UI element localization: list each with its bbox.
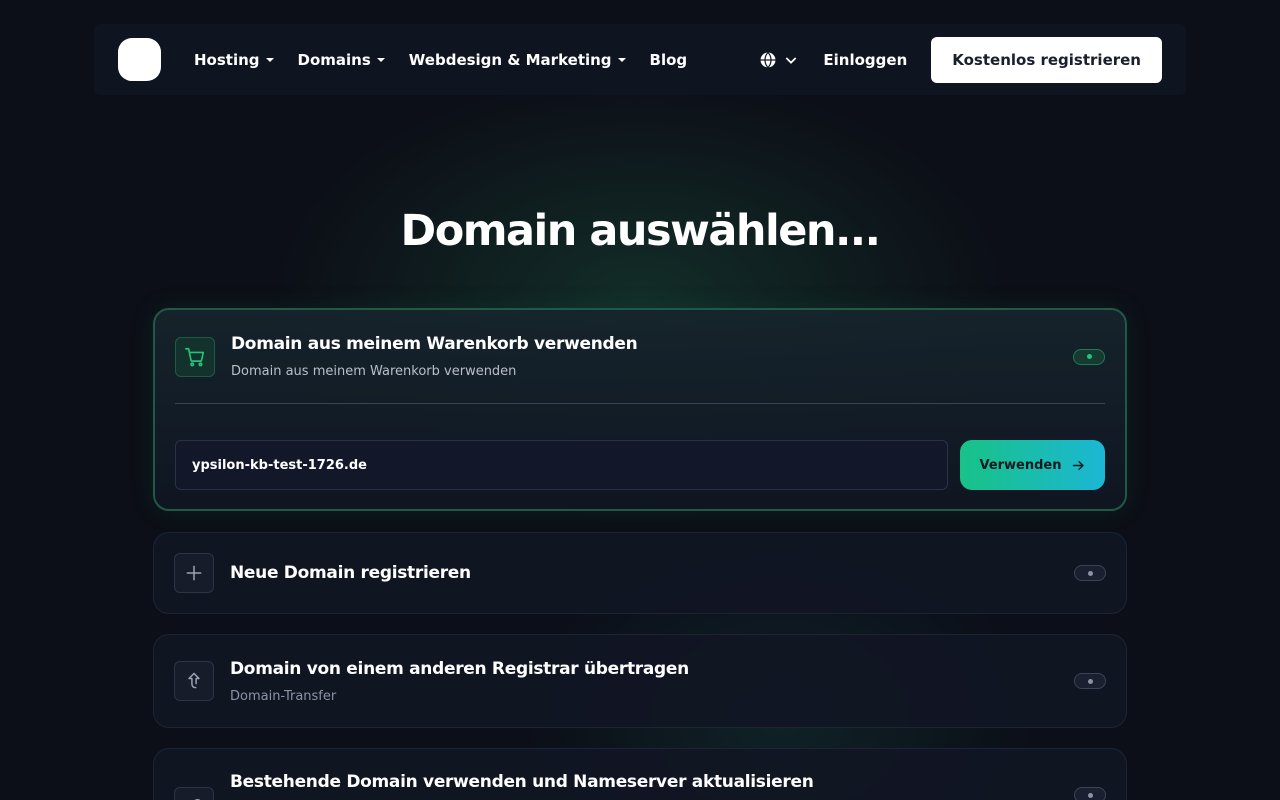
nav-item-label: Webdesign & Marketing xyxy=(408,50,612,69)
chevron-down-icon xyxy=(786,56,797,64)
plus-icon xyxy=(186,565,202,581)
nav-item-hosting[interactable]: Hosting xyxy=(194,51,274,69)
toggle-dot xyxy=(1087,570,1093,576)
nav-item-label: Domains xyxy=(297,50,371,69)
nav-item-webdesign-marketing[interactable]: Webdesign & Marketing xyxy=(409,51,626,69)
use-button-label: Verwenden xyxy=(979,457,1062,473)
caret-down-icon xyxy=(376,58,385,62)
cart-domain-input[interactable] xyxy=(175,440,948,490)
option-card-new-domain[interactable]: Neue Domain registrieren xyxy=(153,532,1127,614)
link-icon xyxy=(194,798,201,800)
page-title: Domain auswählen... xyxy=(400,206,881,256)
register-button[interactable]: Kostenlos registrieren xyxy=(931,36,1162,83)
top-navbar: Hosting Domains Webdesign & Marketing Bl… xyxy=(94,24,1186,95)
option-title: Bestehende Domain verwenden und Nameserv… xyxy=(230,772,814,792)
nav-item-label: Blog xyxy=(649,50,688,69)
nav-item-blog[interactable]: Blog xyxy=(650,51,688,69)
option-radio-toggle[interactable] xyxy=(1074,673,1106,689)
option-card-cart-domain[interactable]: Domain aus meinem Warenkorb verwenden Do… xyxy=(153,308,1127,511)
option-radio-toggle[interactable] xyxy=(1074,787,1106,800)
option-subtitle: Domain aus meinem Warenkorb verwenden xyxy=(231,364,517,379)
option-radio-toggle[interactable] xyxy=(1074,565,1106,581)
toggle-dot xyxy=(1087,792,1093,798)
login-link[interactable]: Einloggen xyxy=(823,51,907,69)
caret-down-icon xyxy=(265,58,274,62)
option-radio-toggle[interactable] xyxy=(1073,348,1105,365)
plus-icon-box xyxy=(174,553,214,593)
toggle-dot xyxy=(1086,354,1092,359)
nav-item-domains[interactable]: Domains xyxy=(298,51,385,69)
globe-icon xyxy=(760,51,776,68)
cart-icon-box xyxy=(175,336,215,377)
caret-down-icon xyxy=(617,58,626,62)
toggle-dot xyxy=(1087,678,1093,684)
option-subtitle: Domain-Transfer xyxy=(230,688,337,704)
language-selector[interactable] xyxy=(759,51,799,69)
option-card-existing-domain[interactable]: Bestehende Domain verwenden und Nameserv… xyxy=(153,748,1127,800)
arrow-right-icon xyxy=(1072,460,1084,470)
use-domain-button[interactable]: Verwenden xyxy=(960,440,1105,490)
option-title: Domain aus meinem Warenkorb verwenden xyxy=(231,334,638,354)
cart-icon xyxy=(185,347,205,366)
transfer-icon-box xyxy=(174,661,214,701)
option-card-domain-transfer[interactable]: Domain von einem anderen Registrar übert… xyxy=(153,634,1127,728)
nav-item-label: Hosting xyxy=(194,50,260,69)
option-title: Domain von einem anderen Registrar übert… xyxy=(230,658,689,679)
link-icon-box xyxy=(174,787,214,800)
brand-logo[interactable] xyxy=(118,38,161,81)
transfer-arrow-icon xyxy=(188,672,200,689)
divider xyxy=(175,403,1105,404)
option-title: Neue Domain registrieren xyxy=(230,563,471,583)
